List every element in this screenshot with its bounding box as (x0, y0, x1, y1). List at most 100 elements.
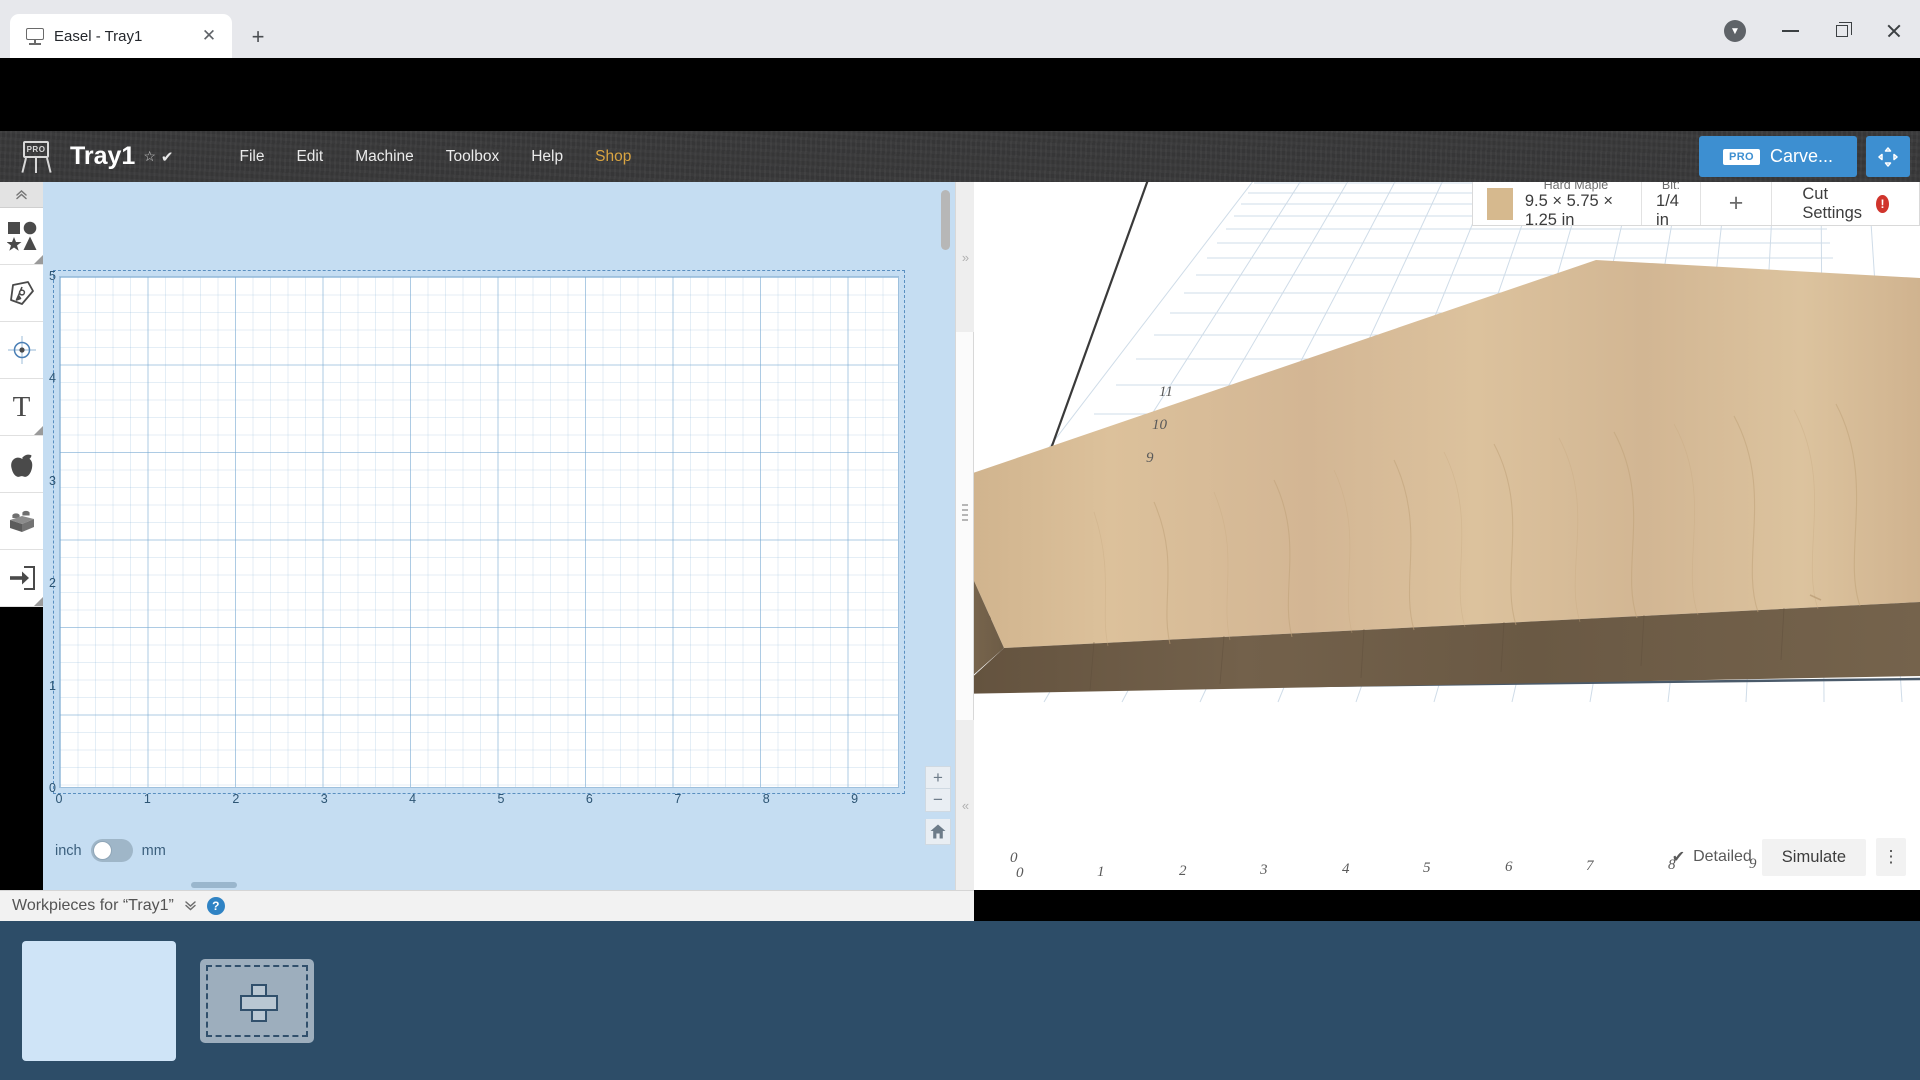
move-arrows-icon (1877, 146, 1899, 168)
zoom-out-button[interactable]: − (925, 789, 951, 812)
3d-preview-pane[interactable]: 11 10 9 0 0 1 2 3 4 5 6 7 8 9 10 Hard Ma… (974, 182, 1920, 890)
canvas-horizontal-scrollbar[interactable] (43, 880, 969, 890)
close-window-button[interactable] (1868, 8, 1920, 54)
ruler-x-tick: 5 (498, 792, 505, 806)
shapes-icon (7, 221, 37, 251)
menu-edit[interactable]: Edit (280, 140, 339, 174)
cut-settings-bar: Hard Maple 9.5 × 5.75 × 1.25 in Bit: 1/4… (1472, 182, 1920, 226)
zoom-fit-home-button[interactable] (925, 819, 951, 845)
canvas-vertical-scrollbar-thumb[interactable] (941, 190, 950, 250)
detailed-toggle[interactable]: ✔ Detailed (1672, 847, 1752, 867)
tab-title: Easel - Tray1 (54, 28, 188, 45)
workpiece-thumbnail[interactable] (22, 941, 176, 1061)
axis-y-tick: 10 (1152, 417, 1167, 434)
ruler-y-tick: 2 (49, 576, 56, 590)
axis-y-tick: 11 (1159, 384, 1173, 401)
menu-toolbox[interactable]: Toolbox (430, 140, 515, 174)
scrollbar-thumb[interactable] (191, 882, 237, 888)
bit-value: 1/4 in (1656, 192, 1686, 229)
preview-controls: ✔ Detailed Simulate ⋮ (1672, 838, 1906, 876)
plus-icon: + (1715, 189, 1758, 218)
toolbar-actions: PRO Carve... (1699, 136, 1920, 177)
preview-more-menu-button[interactable]: ⋮ (1876, 838, 1906, 876)
ruler-x-tick: 8 (763, 792, 770, 806)
horizontal-ruler: 0 1 2 3 4 5 6 7 8 9 (59, 788, 899, 810)
close-tab-icon[interactable]: ✕ (198, 25, 220, 47)
axis-y-tick: 9 (1146, 450, 1154, 467)
minimize-button[interactable] (1764, 8, 1816, 54)
material-selector[interactable]: Hard Maple 9.5 × 5.75 × 1.25 in (1473, 182, 1642, 225)
import-arrow-icon (7, 563, 37, 593)
plus-icon (240, 984, 274, 1018)
cut-settings-label: Cut Settings (1802, 185, 1867, 223)
unit-switch[interactable] (91, 839, 133, 862)
unit-label-mm: mm (142, 843, 166, 859)
unit-label-inch: inch (55, 843, 82, 859)
simulate-button[interactable]: Simulate (1762, 839, 1866, 876)
chevron-down-icon[interactable] (183, 899, 198, 914)
divider-drag-grip[interactable] (962, 504, 968, 524)
pane-divider[interactable]: » « (955, 182, 974, 890)
workpieces-header: Workpieces for “Tray1” ? (0, 890, 974, 921)
check-icon: ✔ (1672, 847, 1685, 867)
sidebar-item-apps[interactable] (0, 436, 43, 493)
material-canvas[interactable] (59, 276, 899, 788)
ruler-x-tick: 2 (232, 792, 239, 806)
cut-settings-button[interactable]: Cut Settings ! (1772, 182, 1919, 225)
material-dimensions: 9.5 × 5.75 × 1.25 in (1525, 192, 1627, 229)
menu-machine[interactable]: Machine (339, 140, 430, 174)
material-swatch (1487, 188, 1513, 220)
expand-right-pane-button[interactable]: » (956, 182, 975, 332)
bit-selector[interactable]: Bit: 1/4 in (1642, 182, 1701, 225)
new-tab-button[interactable]: + (241, 20, 275, 54)
pen-icon (7, 278, 37, 308)
sidebar-item-import[interactable] (0, 550, 43, 607)
sidebar-item-shapes[interactable] (0, 208, 43, 265)
easel-pro-logo[interactable]: PRO (8, 141, 64, 173)
help-icon[interactable]: ? (207, 897, 225, 915)
sidebar-item-text[interactable]: T (0, 379, 43, 436)
easel-toolbar: PRO Tray1 ☆ ✔ File Edit Machine Toolbox … (0, 131, 1920, 182)
window-controls: ▼ (1724, 8, 1920, 54)
lego-icon (7, 506, 37, 536)
update-available-icon[interactable]: ▼ (1724, 20, 1746, 42)
easel-logo-icon: PRO (19, 141, 53, 173)
carve-button[interactable]: PRO Carve... (1699, 136, 1857, 177)
target-icon (7, 335, 37, 365)
text-icon: T (13, 391, 31, 424)
page-title[interactable]: Tray1 (70, 142, 135, 171)
ruler-x-tick: 9 (851, 792, 858, 806)
add-bit-button[interactable]: + (1701, 182, 1773, 225)
favorite-star-icon[interactable]: ☆ (143, 148, 156, 165)
sidebar-collapse-button[interactable] (0, 182, 43, 208)
carve-button-label: Carve... (1770, 146, 1833, 167)
ruler-y-tick: 5 (49, 269, 56, 283)
sidebar-item-center-point[interactable] (0, 322, 43, 379)
axis-x-tick: 5 (1423, 860, 1431, 877)
ruler-y-tick: 1 (49, 679, 56, 693)
sidebar-item-pen[interactable] (0, 265, 43, 322)
ruler-x-tick: 6 (586, 792, 593, 806)
browser-tab[interactable]: Easel - Tray1 ✕ (10, 14, 232, 58)
warning-icon: ! (1876, 195, 1889, 213)
shapes-more-indicator (34, 255, 43, 264)
easel-application-window: Easel - Tray1 ✕ + ▼ PRO Tray1 ☆ ✔ File E… (0, 0, 1920, 1080)
menu-shop[interactable]: Shop (579, 140, 647, 174)
fullscreen-expand-button[interactable] (1866, 136, 1910, 177)
menu-file[interactable]: File (223, 140, 280, 174)
axis-x-tick: 0 (1016, 865, 1024, 882)
tab-strip: Easel - Tray1 ✕ + (0, 8, 275, 58)
menu-help[interactable]: Help (515, 140, 579, 174)
sidebar-item-blocks[interactable] (0, 493, 43, 550)
tool-sidebar: T (0, 182, 43, 607)
axis-x-tick: 7 (1586, 858, 1594, 875)
add-workpiece-button[interactable] (200, 959, 314, 1043)
unit-toggle[interactable]: inch mm (55, 839, 166, 862)
add-workpiece-dashed-area (206, 965, 308, 1037)
zoom-in-button[interactable]: + (925, 766, 951, 789)
maximize-button[interactable] (1816, 8, 1868, 54)
ruler-x-tick: 7 (674, 792, 681, 806)
browser-tab-bar: Easel - Tray1 ✕ + ▼ (0, 0, 1920, 58)
collapse-right-pane-button[interactable]: « (956, 720, 975, 890)
design-canvas-pane[interactable]: 0 1 2 3 4 5 0 1 2 3 4 5 6 7 8 9 inch mm … (43, 182, 969, 890)
